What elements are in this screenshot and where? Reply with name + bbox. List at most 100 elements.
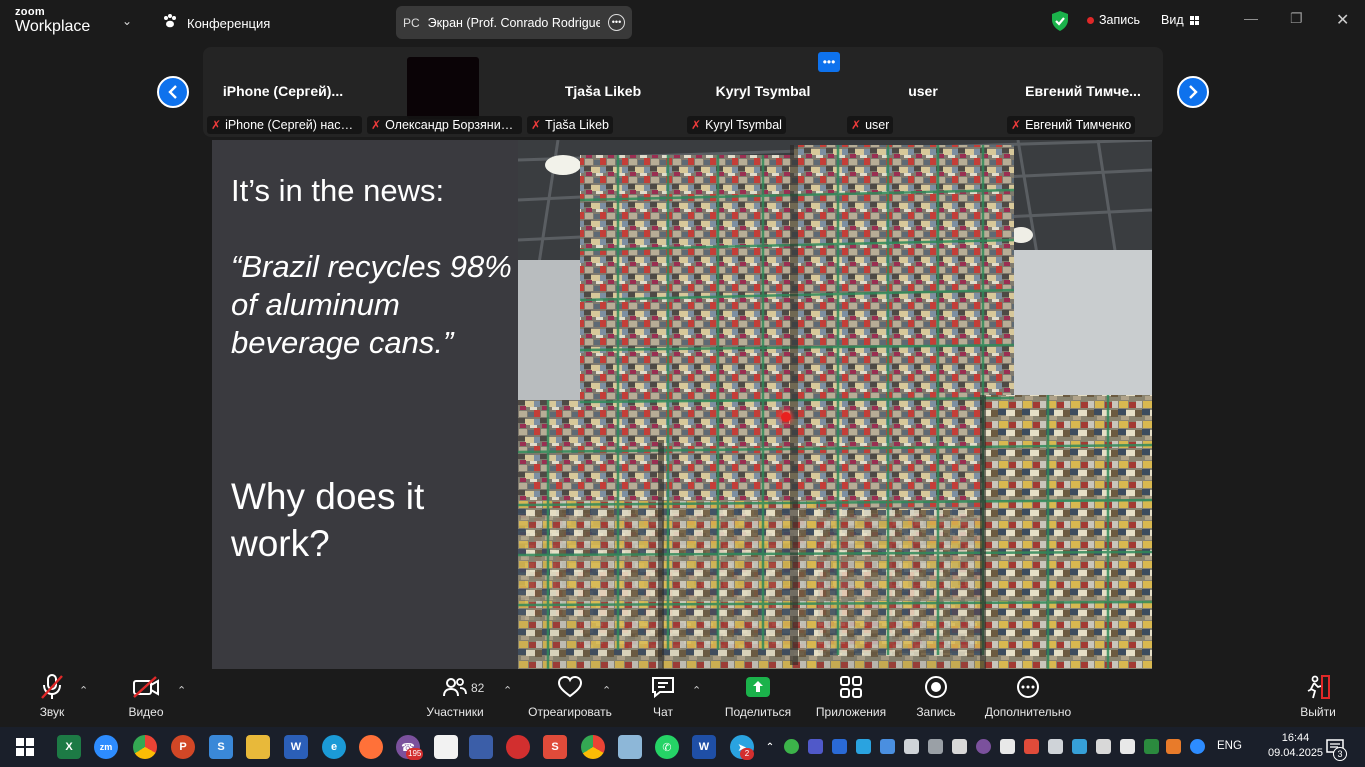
save-app-icon[interactable] xyxy=(469,735,493,759)
meeting-info[interactable]: Конференция xyxy=(162,13,270,34)
tray-sync-icon[interactable] xyxy=(856,739,871,754)
logo-bottom-text: Workplace xyxy=(15,18,91,35)
app-s-icon[interactable]: S xyxy=(209,735,233,759)
notepad-icon[interactable] xyxy=(434,735,458,759)
excel-icon[interactable]: X xyxy=(57,735,81,759)
heart-icon xyxy=(557,669,583,705)
app-archive-icon[interactable] xyxy=(618,735,642,759)
firefox-icon[interactable] xyxy=(359,735,383,759)
whatsapp-icon[interactable]: ✆ xyxy=(655,735,679,759)
more-button[interactable]: Дополнительно xyxy=(983,669,1073,727)
viber-badge: 195 xyxy=(406,748,424,760)
participant-tile[interactable]: Tjaša Likeb ✗ Tjaša Likeb xyxy=(523,47,683,137)
recording-indicator[interactable]: Запись xyxy=(1087,13,1140,27)
react-options-caret-icon[interactable]: ⌃ xyxy=(602,684,611,697)
view-button[interactable]: Вид xyxy=(1161,13,1199,27)
tray-volume-icon[interactable] xyxy=(1120,739,1135,754)
chat-icon xyxy=(650,669,676,705)
participant-video xyxy=(407,57,479,119)
tray-security-icon[interactable] xyxy=(1144,739,1159,754)
tray-wifi-icon[interactable] xyxy=(1048,739,1063,754)
apps-label: Приложения xyxy=(815,705,887,719)
restore-icon[interactable]: ❐ xyxy=(1290,10,1303,27)
share-button[interactable]: Поделиться xyxy=(724,669,792,727)
word-icon[interactable]: W xyxy=(284,735,308,759)
mic-muted-icon: ✗ xyxy=(211,118,222,132)
video-off-icon xyxy=(132,669,160,705)
app-s2-icon[interactable]: S xyxy=(543,735,567,759)
powerpoint-icon[interactable]: P xyxy=(171,735,195,759)
tray-display-icon[interactable] xyxy=(928,739,943,754)
leave-button[interactable]: Выйти xyxy=(1298,669,1338,727)
windows-start-icon[interactable] xyxy=(13,735,37,759)
record-button[interactable]: Запись xyxy=(912,669,960,727)
laser-pointer xyxy=(781,412,791,422)
close-icon[interactable]: ✕ xyxy=(1336,10,1349,30)
chrome-profile-icon[interactable] xyxy=(581,735,605,759)
tray-check-icon[interactable] xyxy=(784,739,799,754)
language-indicator[interactable]: ENG xyxy=(1217,740,1242,752)
participant-tile[interactable]: user ✗ user xyxy=(843,47,1003,137)
tray-webex-icon[interactable] xyxy=(832,739,847,754)
tray-battery-icon[interactable] xyxy=(1000,739,1015,754)
recording-label: Запись xyxy=(1099,13,1141,27)
react-label: Отреагировать xyxy=(528,705,612,719)
chat-options-caret-icon[interactable]: ⌃ xyxy=(692,684,701,697)
mic-muted-icon: ✗ xyxy=(531,118,542,132)
participants-button[interactable]: Участники xyxy=(425,669,485,727)
participants-label: Участники xyxy=(426,705,484,719)
participants-icon xyxy=(442,669,468,705)
video-options-caret-icon[interactable]: ⌃ xyxy=(177,684,186,697)
tray-usb-icon[interactable] xyxy=(952,739,967,754)
tray-speaker-icon[interactable] xyxy=(1166,739,1181,754)
next-page-button[interactable] xyxy=(1177,76,1209,108)
leave-label: Выйти xyxy=(1300,705,1336,719)
participant-label: ✗ Tjaša Likeb xyxy=(527,116,613,134)
strip-more-options-button[interactable]: ••• xyxy=(818,52,840,72)
shield-check-icon[interactable] xyxy=(1050,10,1070,37)
tray-mic-icon[interactable] xyxy=(904,739,919,754)
participants-options-caret-icon[interactable]: ⌃ xyxy=(503,684,512,697)
file-explorer-icon[interactable] xyxy=(246,735,270,759)
view-label: Вид xyxy=(1161,13,1184,27)
webex-icon[interactable]: W xyxy=(692,735,716,759)
slide-photo-compressed-cans xyxy=(518,140,1152,669)
mic-off-icon xyxy=(39,669,65,705)
audio-options-caret-icon[interactable]: ⌃ xyxy=(79,684,88,697)
clock[interactable]: 16:44 09.04.2025 xyxy=(1268,731,1323,761)
apps-icon xyxy=(839,669,863,705)
chat-button[interactable]: Чат xyxy=(643,669,683,727)
tray-overflow-icon[interactable]: ⌃ xyxy=(764,735,776,759)
react-button[interactable]: Отреагировать xyxy=(528,669,612,727)
presenter-initials: PC xyxy=(403,15,420,30)
more-options-icon[interactable]: ••• xyxy=(608,14,625,31)
meeting-toolbar: Звук ⌃ Видео ⌃ Участники 82 ⌃ Отреагиров… xyxy=(0,669,1365,727)
tray-zoom-icon[interactable] xyxy=(1190,739,1205,754)
video-button[interactable]: Видео xyxy=(124,669,168,727)
tray-network-icon[interactable] xyxy=(1072,739,1087,754)
participant-tile[interactable]: iPhone (Сергей)... ✗ iPhone (Сергей) насо… xyxy=(203,47,363,137)
edge-icon[interactable]: e xyxy=(322,735,346,759)
apps-button[interactable]: Приложения xyxy=(813,669,889,727)
more-label: Дополнительно xyxy=(984,705,1072,719)
participant-strip: iPhone (Сергей)... ✗ iPhone (Сергей) насо… xyxy=(203,47,1163,137)
chrome-icon[interactable] xyxy=(133,735,157,759)
zoom-logo[interactable]: zoom Workplace xyxy=(15,7,90,35)
zoom-app-icon[interactable]: zm xyxy=(94,735,118,759)
tray-teams-icon[interactable] xyxy=(808,739,823,754)
tray-app-icon[interactable] xyxy=(880,739,895,754)
screen-share-indicator[interactable]: PC Экран (Prof. Conrado Rodrigues ••• xyxy=(396,6,632,39)
chevron-down-icon[interactable]: ⌄ xyxy=(122,14,132,28)
previous-page-button[interactable] xyxy=(157,76,189,108)
slide-text-panel: It’s in the news: “Brazil recycles 98% o… xyxy=(212,140,518,669)
tray-s-icon[interactable] xyxy=(1024,739,1039,754)
tray-camera-icon[interactable] xyxy=(1096,739,1111,754)
tray-viber-icon[interactable] xyxy=(976,739,991,754)
participant-label: ✗ Евгений Тимченко xyxy=(1007,116,1136,134)
minimize-icon[interactable]: — xyxy=(1244,10,1258,26)
participant-tile[interactable]: ✗ Олександр Борзяниц... xyxy=(363,47,523,137)
participant-tile[interactable]: Евгений Тимче... ✗ Евгений Тимченко xyxy=(1003,47,1163,137)
clock-time: 16:44 xyxy=(1281,732,1310,744)
anydesk-icon[interactable] xyxy=(506,735,530,759)
audio-button[interactable]: Звук xyxy=(30,669,74,727)
